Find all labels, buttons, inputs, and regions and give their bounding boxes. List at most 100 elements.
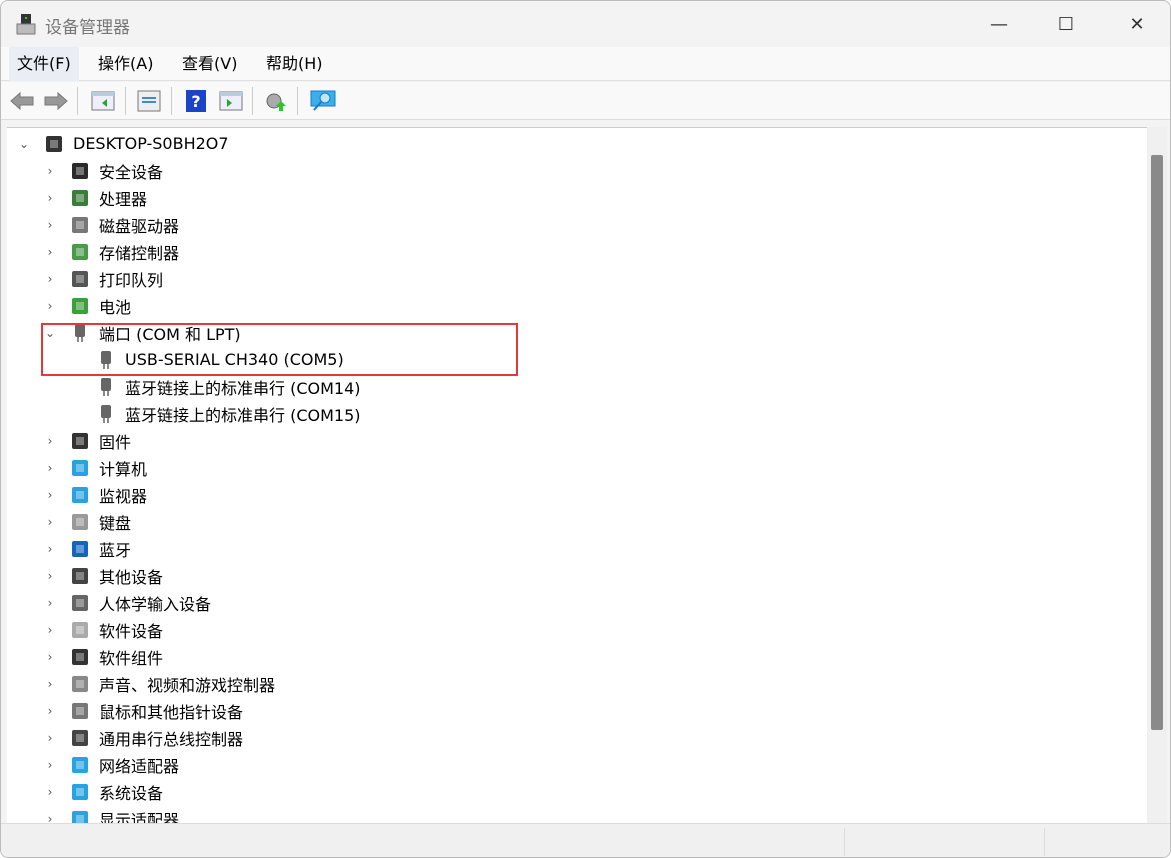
tree-category[interactable]: › 监视器	[43, 481, 147, 508]
tree-category[interactable]: › 键盘	[43, 508, 131, 535]
tree-category[interactable]: › 声音、视频和游戏控制器	[43, 670, 275, 697]
tree-item-label: DESKTOP-S0BH2O7	[73, 134, 229, 153]
processor-icon	[69, 187, 91, 209]
back-icon[interactable]	[9, 88, 35, 114]
tree-category[interactable]: › 打印队列	[43, 265, 163, 292]
help-icon[interactable]: ?	[183, 88, 209, 114]
tree-item-label: 蓝牙链接上的标准串行 (COM15)	[125, 405, 361, 425]
tree-category[interactable]: › 安全设备	[43, 157, 163, 184]
firmware-icon	[69, 430, 91, 452]
chevron-right-icon[interactable]: ›	[43, 299, 57, 313]
update-driver-icon[interactable]	[263, 88, 289, 114]
tree-root[interactable]: ⌄ DESKTOP-S0BH2O7	[17, 130, 229, 157]
tree-item-label: 监视器	[99, 486, 148, 506]
scan-hardware-icon[interactable]	[310, 88, 336, 114]
disk-drive-icon	[69, 214, 91, 236]
chevron-right-icon[interactable]: ›	[43, 245, 57, 259]
tree-category[interactable]: › 计算机	[43, 454, 147, 481]
tree-category[interactable]: › 通用串行总线控制器	[43, 724, 243, 751]
tree-device-item[interactable]: 蓝牙链接上的标准串行 (COM14)	[95, 373, 361, 400]
tree-device-item[interactable]: 蓝牙链接上的标准串行 (COM15)	[95, 400, 361, 427]
tree-category[interactable]: › 人体学输入设备	[43, 589, 211, 616]
chevron-right-icon[interactable]: ›	[43, 677, 57, 691]
system-device-icon	[69, 781, 91, 803]
forward-icon[interactable]	[43, 88, 69, 114]
chevron-right-icon[interactable]: ›	[43, 461, 57, 475]
tree-category[interactable]: › 鼠标和其他指针设备	[43, 697, 243, 724]
display-adapter-icon	[69, 808, 91, 823]
menu-view[interactable]: 查看(V)	[174, 47, 245, 81]
tree-category[interactable]: › 网络适配器	[43, 751, 179, 778]
tree-item-label: 蓝牙链接上的标准串行 (COM14)	[125, 378, 361, 398]
tree-item-label: 通用串行总线控制器	[99, 729, 244, 749]
security-device-icon	[69, 160, 91, 182]
toolbar-separator	[252, 87, 253, 115]
show-hide-tree-icon[interactable]	[90, 88, 116, 114]
tree-item-label: 安全设备	[99, 162, 164, 182]
tree-item-label: 人体学输入设备	[99, 594, 212, 614]
printer-icon	[69, 268, 91, 290]
menu-action[interactable]: 操作(A)	[90, 47, 161, 81]
keyboard-icon	[69, 511, 91, 533]
monitor-icon	[69, 484, 91, 506]
vertical-scrollbar[interactable]	[1147, 127, 1167, 823]
tree-item-label: 计算机	[99, 459, 148, 479]
chevron-right-icon[interactable]: ›	[43, 623, 57, 637]
chevron-down-icon[interactable]: ⌄	[17, 137, 31, 151]
chevron-right-icon[interactable]: ›	[43, 758, 57, 772]
tree-category[interactable]: › 软件设备	[43, 616, 163, 643]
tree-category[interactable]: › 蓝牙	[43, 535, 131, 562]
tree-category[interactable]: › 存储控制器	[43, 238, 179, 265]
tree-category[interactable]: › 电池	[43, 292, 131, 319]
chevron-right-icon[interactable]: ›	[43, 218, 57, 232]
close-button[interactable]: ✕	[1114, 1, 1160, 47]
tree-category[interactable]: › 软件组件	[43, 643, 163, 670]
chevron-right-icon[interactable]: ›	[43, 515, 57, 529]
tree-item-label: 声音、视频和游戏控制器	[99, 675, 276, 695]
scrollbar-thumb[interactable]	[1151, 155, 1163, 730]
chevron-right-icon[interactable]: ›	[43, 164, 57, 178]
tree-category[interactable]: › 其他设备	[43, 562, 163, 589]
tree-category[interactable]: › 固件	[43, 427, 131, 454]
other-devices-icon	[69, 565, 91, 587]
properties-icon[interactable]	[136, 88, 162, 114]
tree-category[interactable]: › 显示适配器	[43, 805, 179, 823]
computer-icon	[69, 457, 91, 479]
maximize-button[interactable]: ☐	[1043, 1, 1089, 47]
tree-category[interactable]: › 系统设备	[43, 778, 163, 805]
chevron-right-icon[interactable]: ›	[43, 542, 57, 556]
chevron-right-icon[interactable]: ›	[43, 434, 57, 448]
menu-help[interactable]: 帮助(H)	[258, 47, 331, 81]
tree-item-label: 打印队列	[99, 270, 164, 290]
tree-item-label: 蓝牙	[99, 540, 132, 560]
bluetooth-icon	[69, 538, 91, 560]
chevron-right-icon[interactable]: ›	[43, 488, 57, 502]
chevron-right-icon[interactable]: ›	[43, 569, 57, 583]
chevron-right-icon[interactable]: ›	[43, 731, 57, 745]
chevron-right-icon[interactable]: ›	[43, 191, 57, 205]
menu-bar: 文件(F) 操作(A) 查看(V) 帮助(H)	[1, 47, 1170, 81]
tree-category[interactable]: › 处理器	[43, 184, 147, 211]
software-component-icon	[69, 646, 91, 668]
run-icon[interactable]	[218, 88, 244, 114]
tree-item-label: 鼠标和其他指针设备	[99, 702, 244, 722]
chevron-right-icon[interactable]: ›	[43, 812, 57, 824]
chevron-right-icon[interactable]: ›	[43, 272, 57, 286]
port-icon	[95, 403, 117, 425]
svg-text:?: ?	[191, 92, 200, 111]
chevron-right-icon[interactable]: ›	[43, 704, 57, 718]
chevron-right-icon[interactable]: ›	[43, 785, 57, 799]
minimize-button[interactable]: —	[976, 1, 1022, 47]
tree-category[interactable]: › 磁盘驱动器	[43, 211, 179, 238]
chevron-right-icon[interactable]: ›	[43, 650, 57, 664]
tree-item-label: 显示适配器	[99, 810, 180, 824]
device-manager-window: 设备管理器 — ☐ ✕ 文件(F) 操作(A) 查看(V) 帮助(H) ? ⌄ D…	[0, 0, 1171, 858]
port-icon	[95, 376, 117, 398]
toolbar-separator	[297, 87, 298, 115]
tree-item-label: 软件组件	[99, 648, 164, 668]
chevron-right-icon[interactable]: ›	[43, 596, 57, 610]
highlight-box	[41, 323, 518, 376]
network-adapter-icon	[69, 754, 91, 776]
hid-icon	[69, 592, 91, 614]
menu-file[interactable]: 文件(F)	[9, 47, 79, 81]
